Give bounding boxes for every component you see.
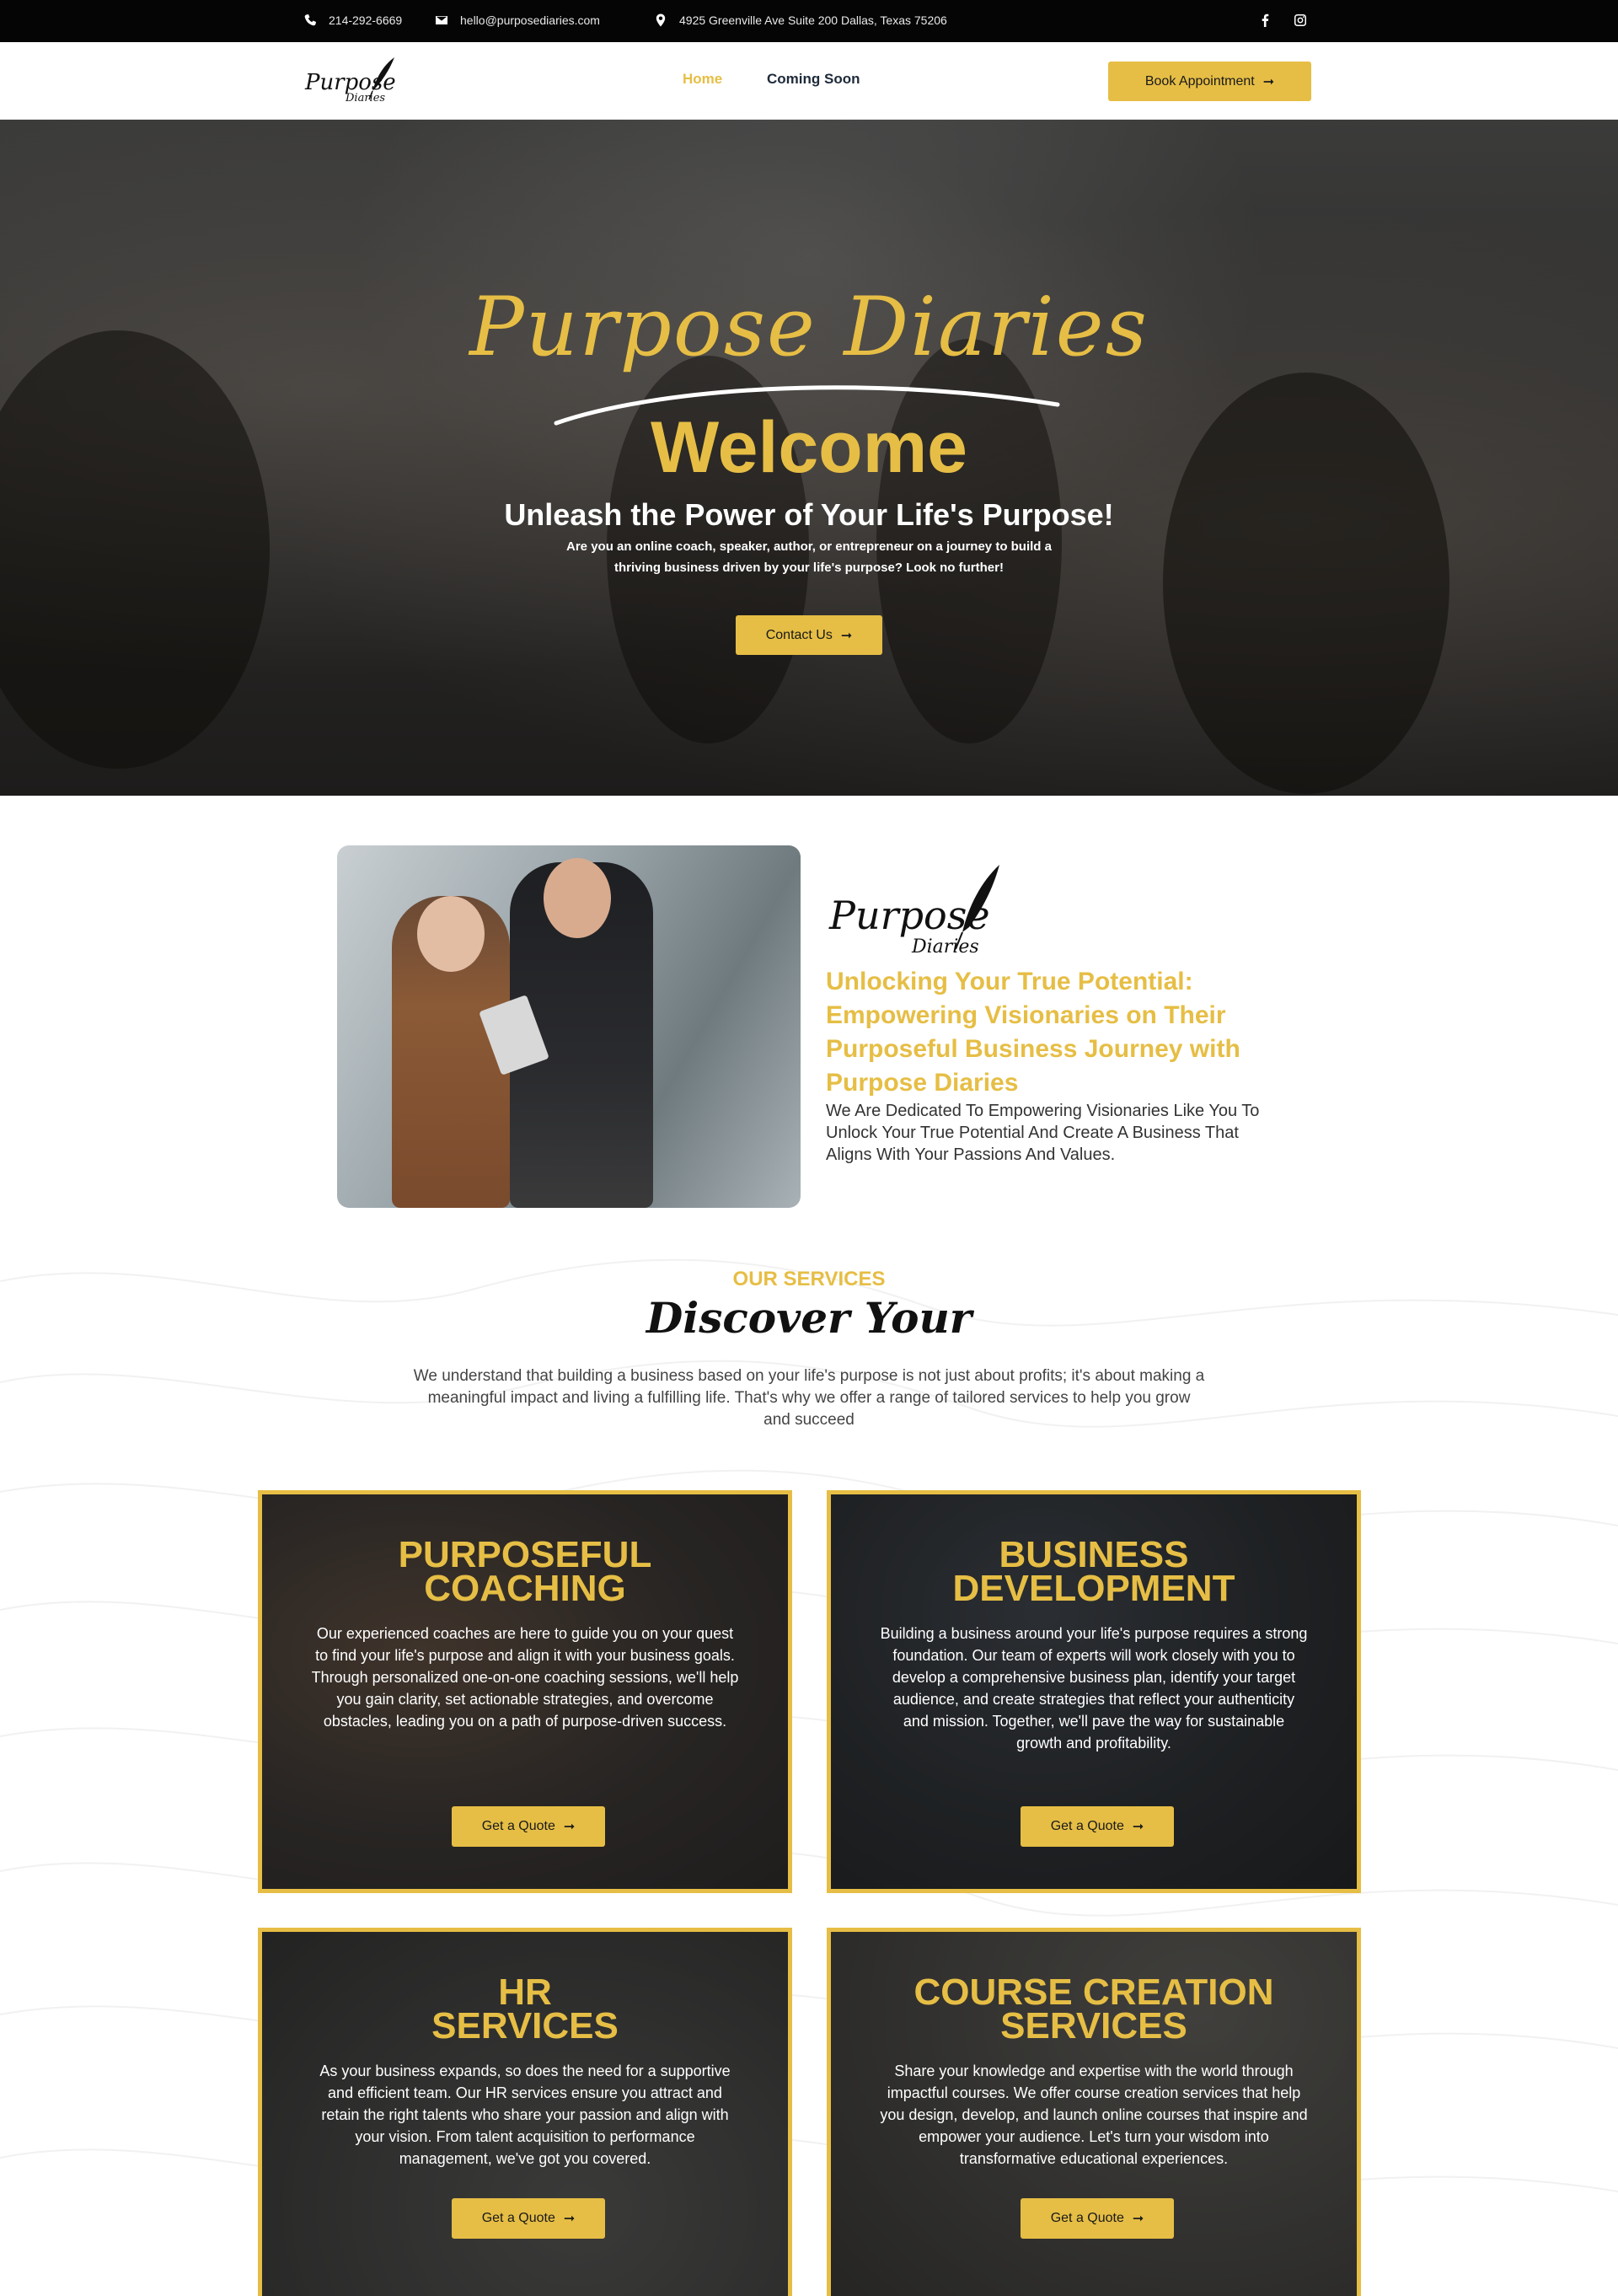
card-title: HR SERVICES [262,1971,788,2047]
services-label: OUR SERVICES [732,1268,886,1290]
facebook-link[interactable] [1256,12,1273,29]
card-title-line: COURSE CREATION [913,1971,1274,2013]
card-title-line: SERVICES [1000,2005,1187,2047]
card-description: Share your knowledge and expertise with … [880,2063,1308,2167]
arrow-right-icon: ➞ [840,628,853,643]
hero-subtitle: Are you an online coach, speaker, author… [566,539,1052,575]
phone-contact[interactable]: 214-292-6669 [303,13,402,27]
service-card-business-development: BUSINESS DEVELOPMENT Building a business… [827,1490,1361,1893]
contact-us-button[interactable]: Contact Us ➞ [736,615,882,655]
nav-home[interactable]: Home [683,71,722,88]
card-title-line: BUSINESS [999,1534,1189,1575]
get-quote-label: Get a Quote [1050,2211,1124,2225]
arrow-right-icon: ➞ [563,2212,576,2226]
arrow-right-icon: ➞ [1262,74,1275,89]
svg-text:Diaries: Diaries [911,936,979,958]
book-appointment-label: Book Appointment [1144,73,1255,89]
get-quote-button[interactable]: Get a Quote ➞ [1021,1806,1174,1847]
service-card-course-creation: COURSE CREATION SERVICES Share your know… [827,1928,1361,2296]
about-text: We Are Dedicated To Empowering Visionari… [826,1102,1260,1164]
service-card-hr: HR SERVICES As your business expands, so… [258,1928,792,2296]
nav-coming-soon[interactable]: Coming Soon [767,71,860,88]
services-title: Discover Your [646,1293,972,1343]
book-appointment-button[interactable]: Book Appointment ➞ [1108,62,1311,101]
get-quote-button[interactable]: Get a Quote ➞ [452,1806,605,1847]
card-description: As your business expands, so does the ne… [319,2063,731,2167]
hero-script-title: Purpose Diaries [469,280,1149,374]
envelope-icon [436,16,447,24]
hero-bg-figure [0,330,270,769]
arrow-right-icon: ➞ [563,1820,576,1834]
instagram-icon [1294,14,1306,26]
about-logo: Purpose Diaries [828,860,1001,961]
svg-text:Diaries: Diaries [345,92,385,105]
get-quote-label: Get a Quote [481,1819,555,1833]
get-quote-button[interactable]: Get a Quote ➞ [452,2198,605,2239]
hero-welcome-heading: Welcome [651,407,967,488]
get-quote-label: Get a Quote [1050,1819,1124,1833]
about-heading: Unlocking Your True Potential: Empowerin… [826,968,1240,1097]
address-contact[interactable]: 4925 Greenville Ave Suite 200 Dallas, Te… [654,13,947,27]
hero-tagline: Unleash the Power of Your Life's Purpose… [504,497,1114,532]
hero-section: Purpose Diaries Welcome Unleash the Powe… [0,120,1618,796]
facebook-icon [1262,13,1269,27]
service-card-coaching: PURPOSEFUL COACHING Our experienced coac… [258,1490,792,1893]
get-quote-button[interactable]: Get a Quote ➞ [1021,2198,1174,2239]
site-header: Purpose Diaries Home Coming Soon Book Ap… [0,42,1618,120]
photo-figure-head [417,896,485,972]
address-text: 4925 Greenville Ave Suite 200 Dallas, Te… [679,13,947,27]
photo-figure-head [544,858,611,938]
email-contact[interactable]: hello@purposediaries.com [435,13,600,27]
card-description: Building a business around your life's p… [880,1625,1308,1752]
card-title-line: PURPOSEFUL [398,1534,652,1575]
about-photo [337,845,801,1208]
card-title-line: SERVICES [431,2005,619,2047]
card-title-line: DEVELOPMENT [952,1568,1235,1609]
arrow-right-icon: ➞ [1132,2212,1144,2226]
card-title-line: HR [498,1971,552,2013]
card-title: COURSE CREATION SERVICES [831,1971,1357,2047]
top-contact-bar: 214-292-6669 hello@purposediaries.com 49… [0,0,1618,42]
card-title-line: COACHING [424,1568,626,1609]
contact-us-label: Contact Us [765,627,833,642]
arrow-right-icon: ➞ [1132,1820,1144,1834]
svg-text:Purpose: Purpose [828,893,990,938]
card-description: Our experienced coaches are here to guid… [311,1625,739,1730]
instagram-link[interactable] [1292,12,1309,29]
location-pin-icon [656,13,666,27]
email-address: hello@purposediaries.com [460,13,600,27]
site-logo[interactable]: Purpose Diaries [303,54,398,106]
phone-number: 214-292-6669 [329,13,403,27]
phone-icon [304,14,316,26]
card-title: PURPOSEFUL COACHING [262,1534,788,1609]
get-quote-label: Get a Quote [481,2211,555,2225]
card-title: BUSINESS DEVELOPMENT [831,1534,1357,1609]
services-intro: We understand that building a business b… [413,1367,1205,1429]
